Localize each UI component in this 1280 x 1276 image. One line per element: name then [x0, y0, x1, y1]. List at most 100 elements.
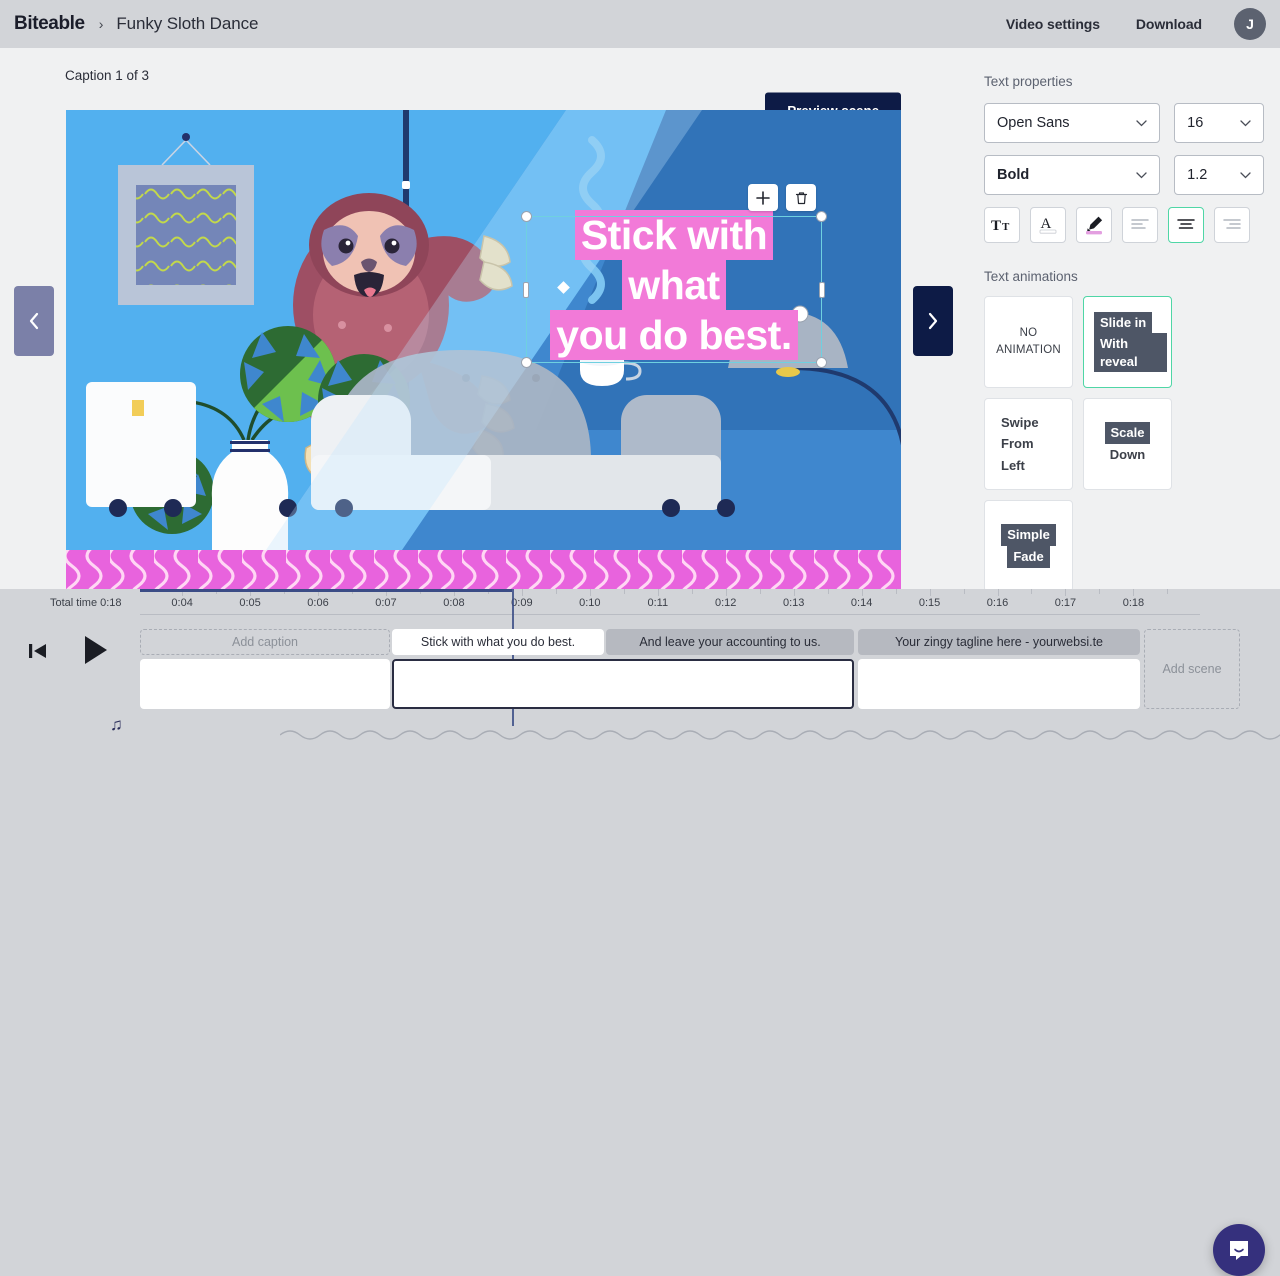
previous-scene-button[interactable]	[14, 286, 54, 356]
breadcrumb-separator: ›	[99, 16, 104, 32]
anim-line: Fade	[1007, 546, 1049, 568]
chat-bubble-icon	[1227, 1238, 1251, 1262]
ruler-tick	[726, 589, 727, 596]
ruler-tick-label: 0:09	[511, 597, 532, 609]
animation-option-no-animation[interactable]: NO ANIMATION	[984, 296, 1073, 388]
delete-text-button[interactable]	[786, 184, 816, 211]
text-animations-heading: Text animations	[984, 269, 1264, 284]
font-row: Open Sans 16	[984, 103, 1264, 143]
text-case-button[interactable]: T T	[984, 207, 1020, 243]
user-avatar[interactable]: J	[1234, 8, 1266, 40]
chevron-down-icon	[1240, 172, 1251, 179]
weight-row: Bold 1.2	[984, 155, 1264, 195]
ruler-tick-label: 0:04	[171, 597, 192, 609]
anim-line: Simple	[1001, 524, 1056, 546]
ruler-tick	[1065, 589, 1066, 596]
text-color-icon: A	[1037, 214, 1059, 236]
ruler-tick-minor	[1167, 589, 1168, 594]
animation-option-slide-in-with-reveal[interactable]: Slide in With reveal	[1083, 296, 1172, 388]
audio-waveform[interactable]	[280, 725, 1280, 745]
animation-option-swipe-from-left[interactable]: Swipe From Left	[984, 398, 1073, 490]
timeline-scene[interactable]: Stick with what you do best. And leave y…	[392, 629, 854, 697]
restart-button[interactable]	[27, 640, 49, 667]
timeline-scene[interactable]: Your zingy tagline here - yourwebsi.te	[858, 629, 1140, 697]
align-right-button[interactable]	[1214, 207, 1250, 243]
ruler-tick-label: 0:07	[375, 597, 396, 609]
ruler-tick	[794, 589, 795, 596]
ruler-tick	[930, 589, 931, 596]
font-family-select[interactable]: Open Sans	[984, 103, 1160, 143]
header-actions: Video settings Download J	[988, 8, 1266, 40]
chevron-down-icon	[1240, 120, 1251, 127]
font-size-value: 16	[1187, 115, 1203, 131]
line-height-value: 1.2	[1187, 167, 1207, 183]
highlight-color-button[interactable]	[1076, 207, 1112, 243]
text-animations-grid: NO ANIMATION Slide in With reveal Swipe …	[984, 296, 1264, 592]
object-toolbar	[748, 184, 816, 211]
intercom-chat-button[interactable]	[1213, 1224, 1265, 1276]
ruler-tick-label: 0:10	[579, 597, 600, 609]
text-format-buttons: T T A	[984, 207, 1264, 243]
video-canvas[interactable]: Stick with what you do best.	[66, 110, 901, 625]
text-color-button[interactable]: A	[1030, 207, 1066, 243]
ruler-tick-label: 0:13	[783, 597, 804, 609]
caption-chip[interactable]: Your zingy tagline here - yourwebsi.te	[858, 629, 1140, 655]
ruler-tick-label: 0:16	[987, 597, 1008, 609]
align-right-icon	[1223, 218, 1241, 232]
ruler-tick-label: 0:14	[851, 597, 872, 609]
next-scene-button[interactable]	[913, 286, 953, 356]
anim-line: Slide in	[1094, 312, 1152, 334]
ruler-tick-minor	[624, 589, 625, 594]
chevron-right-icon	[927, 312, 939, 330]
ruler-tick	[522, 589, 523, 596]
anim-line: Down	[1104, 444, 1151, 466]
play-button[interactable]	[83, 635, 109, 670]
scene-thumbnail[interactable]	[392, 659, 854, 709]
caption-chip[interactable]: And leave your accounting to us.	[606, 629, 854, 655]
chevron-down-icon	[1136, 172, 1147, 179]
skip-to-start-icon	[27, 640, 49, 662]
add-text-button[interactable]	[748, 184, 778, 211]
app-header: Biteable › Funky Sloth Dance Video setti…	[0, 0, 1280, 48]
chevron-left-icon	[28, 312, 40, 330]
line-height-select[interactable]: 1.2	[1174, 155, 1264, 195]
ruler-tick	[658, 589, 659, 596]
playback-controls: ♫	[0, 615, 140, 726]
video-settings-link[interactable]: Video settings	[988, 16, 1118, 32]
align-center-icon	[1177, 218, 1195, 232]
ruler-tick-label: 0:08	[443, 597, 464, 609]
scene-thumbnail[interactable]	[140, 659, 390, 709]
ruler-tick-minor	[692, 589, 693, 594]
scene-thumbnail[interactable]	[858, 659, 1140, 709]
font-weight-select[interactable]: Bold	[984, 155, 1160, 195]
text-properties-heading: Text properties	[984, 74, 1264, 89]
download-link[interactable]: Download	[1118, 16, 1220, 32]
properties-panel: Text properties Open Sans 16 Bold 1.2	[968, 48, 1280, 589]
ruler-tick-label: 0:11	[647, 597, 668, 609]
animation-option-simple-fade[interactable]: Simple Fade	[984, 500, 1073, 592]
text-case-icon: T T	[991, 217, 1013, 233]
ruler-tick-label: 0:18	[1123, 597, 1144, 609]
ruler-tick-minor	[760, 589, 761, 594]
align-center-button[interactable]	[1168, 207, 1204, 243]
timeline: Total time 0:18 0:040:050:060:070:080:09…	[0, 589, 1280, 726]
brand-logo[interactable]: Biteable	[14, 13, 85, 35]
anim-line: Scale	[1105, 422, 1151, 444]
highlighter-icon	[1083, 214, 1105, 236]
add-caption-button[interactable]: Add caption	[140, 629, 390, 655]
editor-stage: Caption 1 of 3 Preview scene	[0, 48, 968, 589]
timeline-ruler[interactable]: 0:040:050:060:070:080:090:100:110:120:13…	[140, 589, 1200, 615]
ruler-tick-minor	[1031, 589, 1032, 594]
plus-icon	[756, 191, 770, 205]
align-left-button[interactable]	[1122, 207, 1158, 243]
anim-line: NO	[996, 325, 1061, 342]
caption-chip-selected[interactable]: Stick with what you do best.	[392, 629, 604, 655]
add-scene-button[interactable]: Add scene	[1144, 629, 1240, 709]
font-size-select[interactable]: 16	[1174, 103, 1264, 143]
timeline-scene[interactable]: Add caption	[140, 629, 390, 697]
music-track-button[interactable]: ♫	[110, 715, 123, 735]
total-time-label: Total time 0:18	[50, 597, 122, 609]
project-title[interactable]: Funky Sloth Dance	[116, 14, 258, 34]
animation-option-scale-down[interactable]: Scale Down	[1083, 398, 1172, 490]
ruler-tick	[862, 589, 863, 596]
